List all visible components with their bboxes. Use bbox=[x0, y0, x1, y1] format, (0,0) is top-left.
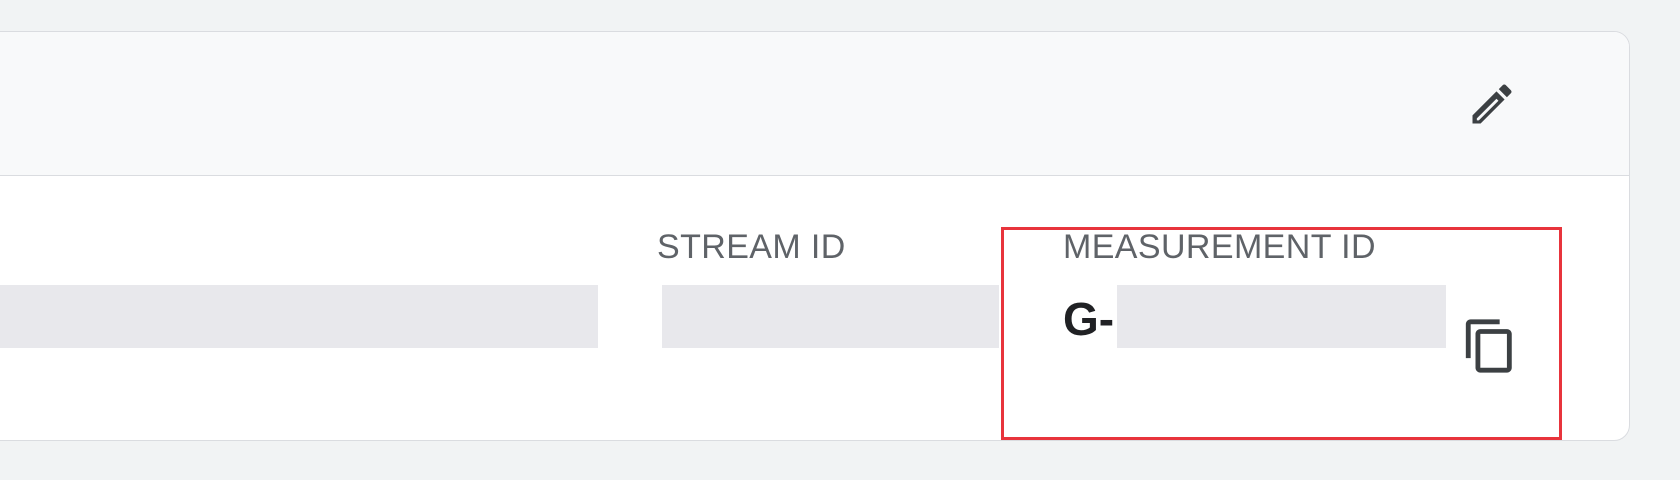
web-stream-details-card: L STREAM ID MEASUREMENT ID G- bbox=[0, 31, 1630, 441]
copy-icon bbox=[1465, 319, 1512, 373]
edit-stream-button[interactable] bbox=[1463, 75, 1521, 133]
stream-url-value-redacted bbox=[0, 285, 598, 348]
stream-id-value-redacted bbox=[662, 285, 999, 348]
copy-measurement-id-button[interactable] bbox=[1461, 315, 1519, 377]
stream-id-label: STREAM ID bbox=[657, 228, 846, 266]
card-header bbox=[0, 32, 1629, 176]
measurement-id-label: MEASUREMENT ID bbox=[1063, 228, 1376, 266]
pencil-icon bbox=[1472, 84, 1512, 124]
measurement-id-value: G- bbox=[1063, 296, 1115, 342]
measurement-id-value-redacted bbox=[1117, 285, 1446, 348]
